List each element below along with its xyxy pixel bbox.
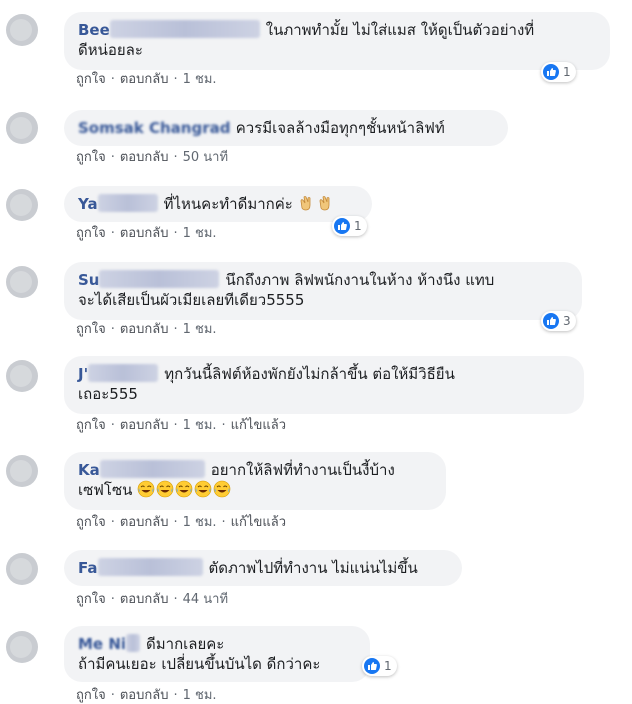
commenter-name[interactable]: Me Ni — [78, 634, 146, 653]
reaction-number: 1 — [354, 219, 362, 233]
reaction-count[interactable]: 3 — [541, 311, 576, 331]
timestamp[interactable]: 1 ชม. — [183, 322, 217, 337]
avatar[interactable] — [6, 360, 38, 392]
timestamp[interactable]: 50 นาที — [183, 150, 228, 165]
reply-link[interactable]: ตอบกลับ — [120, 418, 169, 433]
like-link[interactable]: ถูกใจ — [76, 72, 106, 87]
comment-text: ในภาพทำมั้ย ไม่ใส่แมส ให้ดูเป็นตัวอย่างท… — [265, 21, 535, 39]
like-link[interactable]: ถูกใจ — [76, 226, 106, 241]
clapping-hands-icon — [298, 194, 316, 212]
like-link[interactable]: ถูกใจ — [76, 322, 106, 337]
commenter-name[interactable]: Somsak Changrad — [78, 119, 236, 137]
comment-text: นึกถึงภาพ ลิฟพนักงานในห้าง ห้างนึง แทบ — [225, 271, 495, 289]
commenter-name[interactable]: Fa — [78, 558, 209, 577]
reply-link[interactable]: ตอบกลับ — [120, 322, 169, 337]
comment-bubble: Fa ตัดภาพไปที่ทำงาน ไม่แน่นไม่ขึ้น — [64, 550, 462, 586]
comment-bubble: Ya ที่ไหนคะทำดีมากค่ะ — [64, 186, 372, 222]
comment-bubble: Su นึกถึงภาพ ลิฟพนักงานในห้าง ห้างนึง แทบ… — [64, 262, 582, 320]
reply-link[interactable]: ตอบกลับ — [120, 592, 169, 607]
comment-actions: ถูกใจ · ตอบกลับ · 1 ชม. — [76, 226, 217, 241]
timestamp[interactable]: 1 ชม. — [183, 688, 217, 703]
reaction-count[interactable]: 1 — [362, 656, 397, 676]
avatar[interactable] — [6, 189, 38, 221]
tears-of-joy-icon — [156, 480, 174, 498]
comment-text-line2: ดีหน่อยละ — [78, 41, 143, 59]
commenter-name[interactable]: J' — [78, 364, 164, 383]
thumbs-up-icon — [543, 64, 559, 80]
tears-of-joy-icon — [137, 480, 155, 498]
comment-bubble: J' ทุกวันนี้ลิฟต์ห้องพักยังไม่กล้าขึ้น ต่… — [64, 356, 584, 414]
comment-bubble: Me Ni ดีมากเลยคะ ถ้ามีคนเยอะ เปลี่ยนขึ้นบ… — [64, 626, 370, 682]
edited-label[interactable]: แก้ไขแล้ว — [231, 418, 286, 433]
avatar[interactable] — [6, 112, 38, 144]
reaction-count[interactable]: 1 — [541, 62, 576, 82]
comment-text: ควรมีเจลล้างมือทุกๆชั้นหน้าลิฟท์ — [235, 119, 445, 137]
reaction-number: 1 — [384, 659, 392, 673]
thumbs-up-icon — [364, 658, 380, 674]
avatar[interactable] — [6, 266, 38, 298]
comment-text-line2: เซฟโซน — [78, 481, 133, 499]
reply-link[interactable]: ตอบกลับ — [120, 150, 169, 165]
commenter-name[interactable]: Ka — [78, 460, 211, 479]
like-link[interactable]: ถูกใจ — [76, 418, 106, 433]
reaction-number: 3 — [563, 314, 571, 328]
avatar[interactable] — [6, 631, 38, 663]
comment-bubble: Somsak Changrad ควรมีเจลล้างมือทุกๆชั้นห… — [64, 110, 508, 146]
comment-actions: ถูกใจ · ตอบกลับ · 50 นาที — [76, 150, 229, 165]
clapping-hands-icon — [317, 194, 335, 212]
reaction-number: 1 — [563, 65, 571, 79]
timestamp[interactable]: 1 ชม. — [183, 418, 217, 433]
commenter-name[interactable]: Su — [78, 270, 225, 289]
comment-actions: ถูกใจ · ตอบกลับ · 1 ชม. — [76, 72, 217, 87]
comment-bubble: Ka อยากให้ลิฟที่ทำงานเป็นงี้บ้าง เซฟโซน — [64, 452, 446, 510]
comment-actions: ถูกใจ · ตอบกลับ · 1 ชม. · แก้ไขแล้ว — [76, 418, 286, 433]
avatar[interactable] — [6, 553, 38, 585]
comment-bubble: Bee ในภาพทำมั้ย ไม่ใส่แมส ให้ดูเป็นตัวอย่… — [64, 12, 610, 70]
reply-link[interactable]: ตอบกลับ — [120, 72, 169, 87]
comment-text: ดีมากเลยคะ — [146, 635, 225, 653]
comment-text-line2: จะได้เสียเป็นผัวเมียเลยทีเดียว5555 — [78, 291, 305, 309]
edited-label[interactable]: แก้ไขแล้ว — [231, 515, 286, 530]
timestamp[interactable]: 44 นาที — [183, 592, 228, 607]
comment-actions: ถูกใจ · ตอบกลับ · 1 ชม. — [76, 322, 217, 337]
tears-of-joy-icon — [194, 480, 212, 498]
commenter-name[interactable]: Ya — [78, 194, 164, 213]
comment-actions: ถูกใจ · ตอบกลับ · 44 นาที — [76, 592, 229, 607]
reply-link[interactable]: ตอบกลับ — [120, 688, 169, 703]
thumbs-up-icon — [543, 313, 559, 329]
commenter-name[interactable]: Bee — [78, 20, 266, 39]
reply-link[interactable]: ตอบกลับ — [120, 226, 169, 241]
comment-text-line2: ถ้ามีคนเยอะ เปลี่ยนขึ้นบันได ดีกว่าคะ — [78, 655, 321, 673]
avatar[interactable] — [6, 455, 38, 487]
comment-actions: ถูกใจ · ตอบกลับ · 1 ชม. · แก้ไขแล้ว — [76, 515, 286, 530]
like-link[interactable]: ถูกใจ — [76, 592, 106, 607]
avatar[interactable] — [6, 14, 38, 46]
like-link[interactable]: ถูกใจ — [76, 688, 106, 703]
reply-link[interactable]: ตอบกลับ — [120, 515, 169, 530]
tears-of-joy-icon — [213, 480, 231, 498]
comment-text: ตัดภาพไปที่ทำงาน ไม่แน่นไม่ขึ้น — [208, 559, 418, 577]
reaction-count[interactable]: 1 — [332, 216, 367, 236]
tears-of-joy-icon — [175, 480, 193, 498]
timestamp[interactable]: 1 ชม. — [183, 72, 217, 87]
timestamp[interactable]: 1 ชม. — [183, 226, 217, 241]
comment-text: อยากให้ลิฟที่ทำงานเป็นงี้บ้าง — [210, 461, 395, 479]
timestamp[interactable]: 1 ชม. — [183, 515, 217, 530]
comment-text: ที่ไหนคะทำดีมากค่ะ — [163, 195, 293, 213]
thumbs-up-icon — [334, 218, 350, 234]
like-link[interactable]: ถูกใจ — [76, 515, 106, 530]
comment-text-line2: เถอะ555 — [78, 385, 138, 403]
comment-text: ทุกวันนี้ลิฟต์ห้องพักยังไม่กล้าขึ้น ต่อใ… — [164, 365, 455, 383]
like-link[interactable]: ถูกใจ — [76, 150, 106, 165]
